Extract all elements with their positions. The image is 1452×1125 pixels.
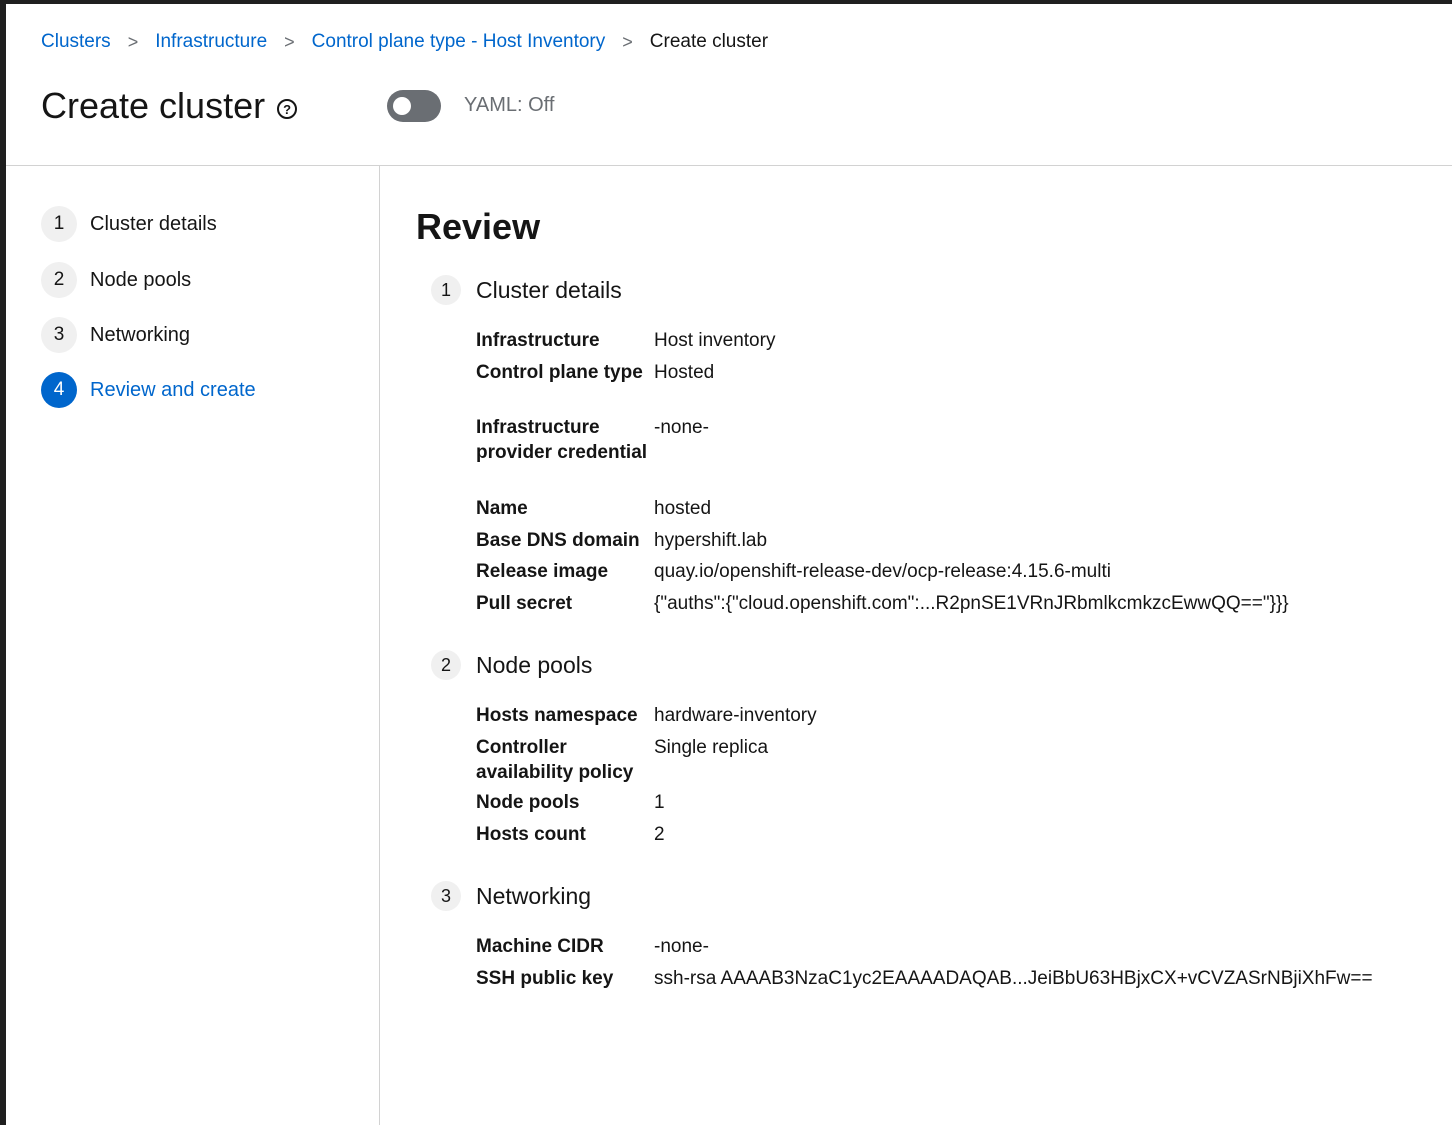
breadcrumb-clusters[interactable]: Clusters xyxy=(41,31,111,53)
description-row: Name hosted xyxy=(476,496,711,521)
description-row: Infrastructure Host inventory xyxy=(476,328,775,353)
title-row: Create cluster ? xyxy=(41,82,298,130)
step-number: 1 xyxy=(41,206,77,242)
description-term: Controller availability policy xyxy=(476,737,634,783)
description-value: {"auths":{"cloud.openshift.com":...R2pnS… xyxy=(654,593,1289,614)
breadcrumb-infrastructure[interactable]: Infrastructure xyxy=(155,31,267,53)
wizard-step-review-and-create[interactable]: 4 Review and create xyxy=(41,372,256,408)
description-term: Hosts namespace xyxy=(476,705,638,726)
description-term: Node pools xyxy=(476,792,580,813)
description-value: hosted xyxy=(654,498,712,519)
description-row: Node pools 1 xyxy=(476,790,665,815)
page-header: Clusters > Infrastructure > Control plan… xyxy=(6,4,1452,166)
description-value: Host inventory xyxy=(654,330,776,351)
section-title: Node pools xyxy=(476,651,593,678)
wizard-step-cluster-details[interactable]: 1 Cluster details xyxy=(41,206,217,242)
help-circle-icon[interactable]: ? xyxy=(277,99,298,119)
step-label: Review and create xyxy=(90,378,256,401)
description-row: Hosts count 2 xyxy=(476,822,665,847)
description-term: Infrastructure provider credential xyxy=(476,417,648,463)
description-value: ssh-rsa AAAAB3NzaC1yc2EAAAADAQAB...JeiBb… xyxy=(654,968,1373,989)
description-term: SSH public key xyxy=(476,968,614,989)
section-number: 3 xyxy=(431,881,461,911)
section-title: Cluster details xyxy=(476,276,622,303)
breadcrumb: Clusters > Infrastructure > Control plan… xyxy=(41,30,768,54)
description-term: Hosts count xyxy=(476,824,586,845)
step-number: 4 xyxy=(41,372,77,408)
description-row: Hosts namespace hardware-inventory xyxy=(476,703,817,728)
step-label: Networking xyxy=(90,323,191,346)
review-section-networking: 3 Networking xyxy=(431,879,591,913)
yaml-toggle-label: YAML: Off xyxy=(464,94,555,116)
description-value: -none- xyxy=(654,936,709,957)
description-value: quay.io/openshift-release-dev/ocp-releas… xyxy=(654,561,1111,582)
description-term: Base DNS domain xyxy=(476,530,640,551)
description-value: 2 xyxy=(654,824,665,845)
page: Clusters > Infrastructure > Control plan… xyxy=(6,4,1452,1125)
description-row: Infrastructure provider credential -none… xyxy=(476,415,709,465)
toggle-knob xyxy=(393,97,411,115)
step-number: 2 xyxy=(41,262,77,298)
description-row: Pull secret {"auths":{"cloud.openshift.c… xyxy=(476,591,1289,616)
chevron-right-icon: > xyxy=(622,31,633,52)
step-label: Node pools xyxy=(90,268,192,291)
description-term: Pull secret xyxy=(476,593,573,614)
chevron-right-icon: > xyxy=(127,31,139,52)
description-row: SSH public key ssh-rsa AAAAB3NzaC1yc2EAA… xyxy=(476,966,1373,991)
description-row: Release image quay.io/openshift-release-… xyxy=(476,559,1111,584)
review-title: Review xyxy=(416,206,541,247)
wizard-step-networking[interactable]: 3 Networking xyxy=(41,317,190,353)
description-term: Machine CIDR xyxy=(476,936,604,957)
description-term: Release image xyxy=(476,561,609,582)
description-term: Infrastructure xyxy=(476,330,600,351)
description-value: Single replica xyxy=(654,737,769,758)
review-panel: Review 1 Cluster details Infrastructure … xyxy=(381,166,1452,1125)
breadcrumb-current: Create cluster xyxy=(649,31,769,52)
description-value: Hosted xyxy=(654,362,715,383)
wizard-nav: 1 Cluster details 2 Node pools 3 Network… xyxy=(6,166,380,1125)
section-title: Networking xyxy=(476,882,592,909)
chevron-right-icon: > xyxy=(284,31,295,52)
wizard-step-node-pools[interactable]: 2 Node pools xyxy=(41,262,191,298)
description-row: Controller availability policy Single re… xyxy=(476,735,768,785)
description-row: Base DNS domain hypershift.lab xyxy=(476,528,767,553)
description-value: -none- xyxy=(654,417,709,438)
description-term: Name xyxy=(476,498,528,519)
step-label: Cluster details xyxy=(90,212,217,235)
page-title: Create cluster xyxy=(41,85,266,126)
step-number: 3 xyxy=(41,317,77,353)
description-value: hardware-inventory xyxy=(654,705,817,726)
section-number: 2 xyxy=(431,650,461,680)
description-row: Control plane type Hosted xyxy=(476,360,714,385)
description-value: hypershift.lab xyxy=(654,530,768,551)
breadcrumb-control-plane-type[interactable]: Control plane type - Host Inventory xyxy=(312,31,606,53)
description-row: Machine CIDR -none- xyxy=(476,934,709,959)
yaml-toggle[interactable] xyxy=(387,90,441,122)
description-value: 1 xyxy=(654,792,665,813)
review-section-node-pools: 2 Node pools xyxy=(431,648,592,682)
review-section-cluster-details: 1 Cluster details xyxy=(431,273,622,307)
description-term: Control plane type xyxy=(476,362,643,383)
section-number: 1 xyxy=(431,275,461,305)
